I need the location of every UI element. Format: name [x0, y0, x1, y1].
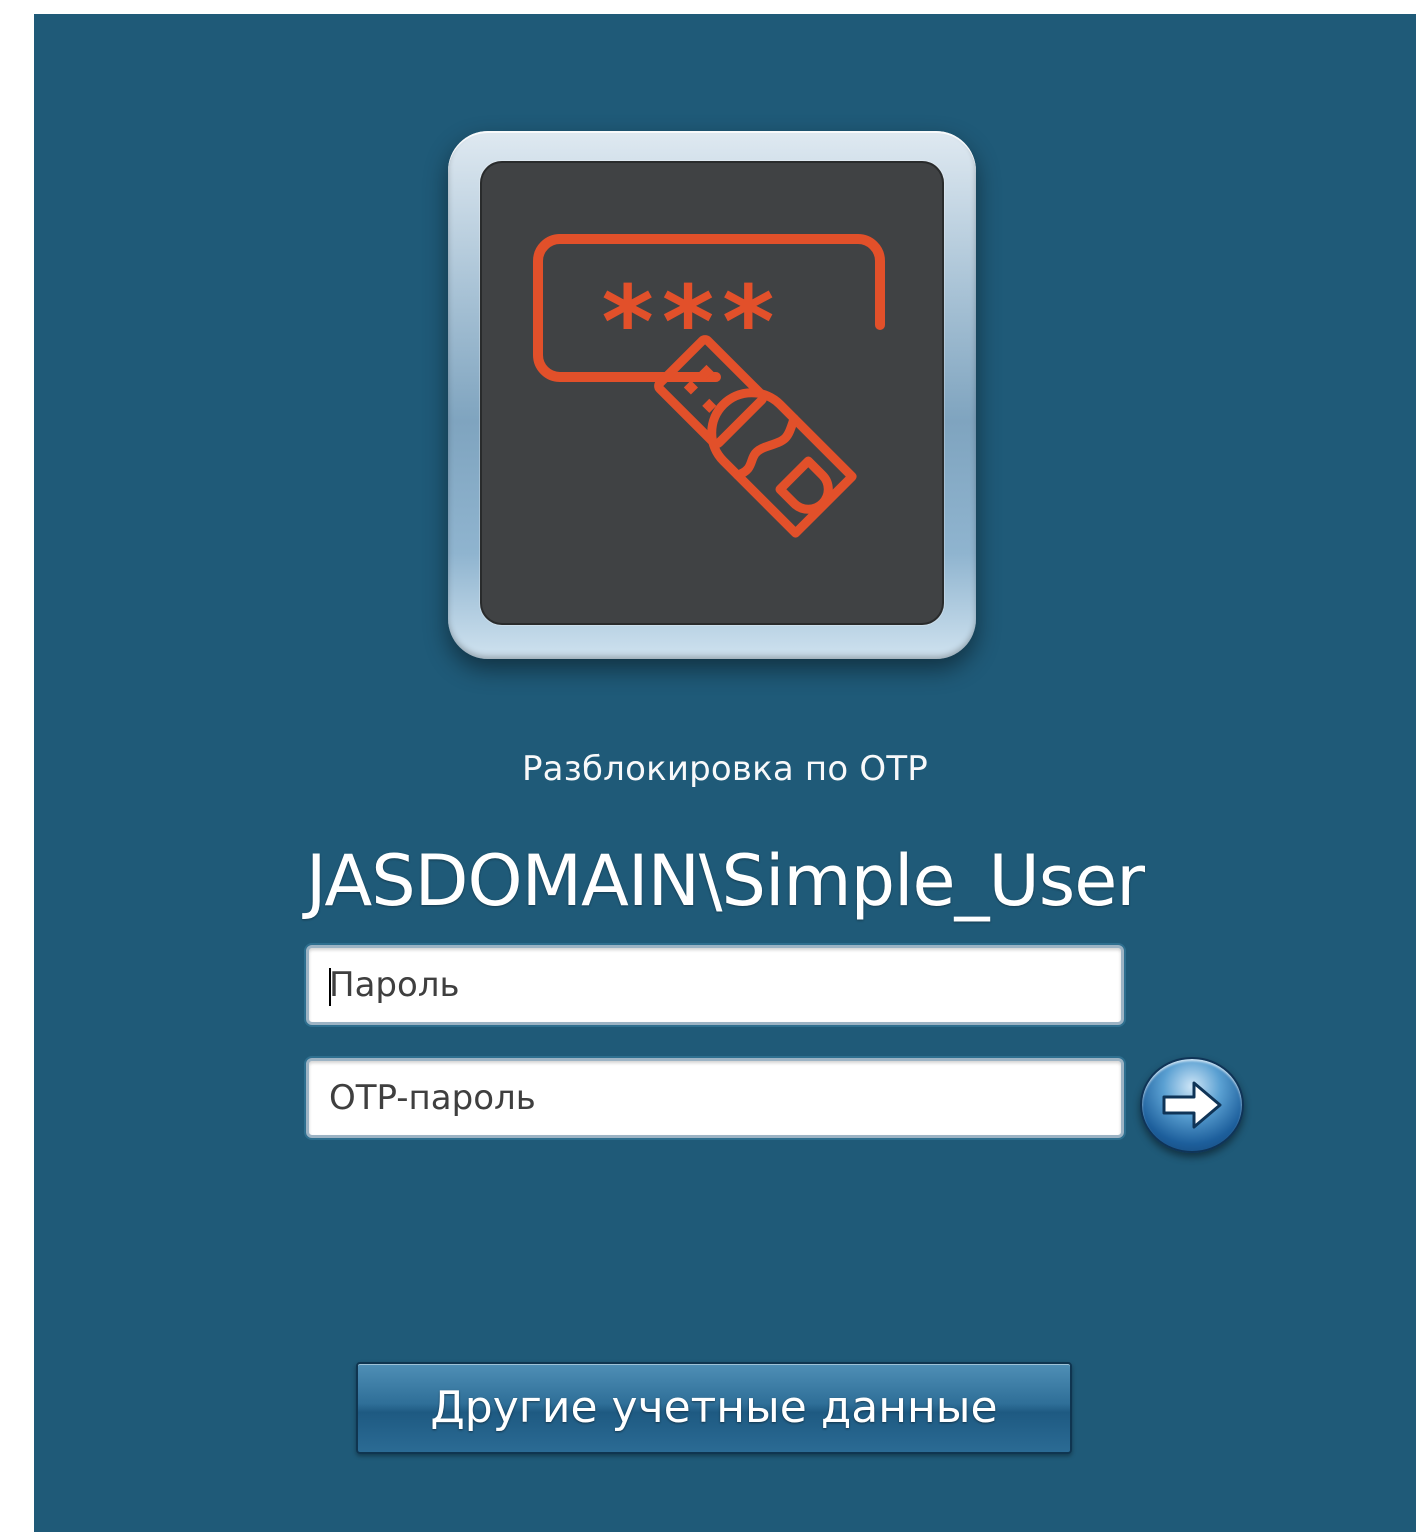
- username-label: JASDOMAIN\Simple_User: [305, 840, 1145, 922]
- submit-button[interactable]: [1140, 1057, 1244, 1153]
- arrow-right-icon: [1162, 1081, 1222, 1129]
- otp-input[interactable]: [309, 1061, 1121, 1135]
- password-stars: ***: [602, 264, 783, 381]
- lock-screen: *** Разблокировка по OTP JASDOMAIN\Simpl…: [34, 14, 1416, 1532]
- user-tile-picture: ***: [480, 161, 944, 625]
- other-credentials-button[interactable]: Другие учетные данные: [356, 1362, 1072, 1454]
- otp-token-icon: ***: [533, 234, 885, 538]
- otp-field[interactable]: [306, 1058, 1124, 1138]
- text-caret: [329, 968, 331, 1006]
- password-field[interactable]: [306, 945, 1124, 1025]
- unlock-mode-label: Разблокировка по OTP: [521, 749, 929, 789]
- password-input[interactable]: [309, 948, 1121, 1022]
- user-tile: ***: [448, 131, 976, 659]
